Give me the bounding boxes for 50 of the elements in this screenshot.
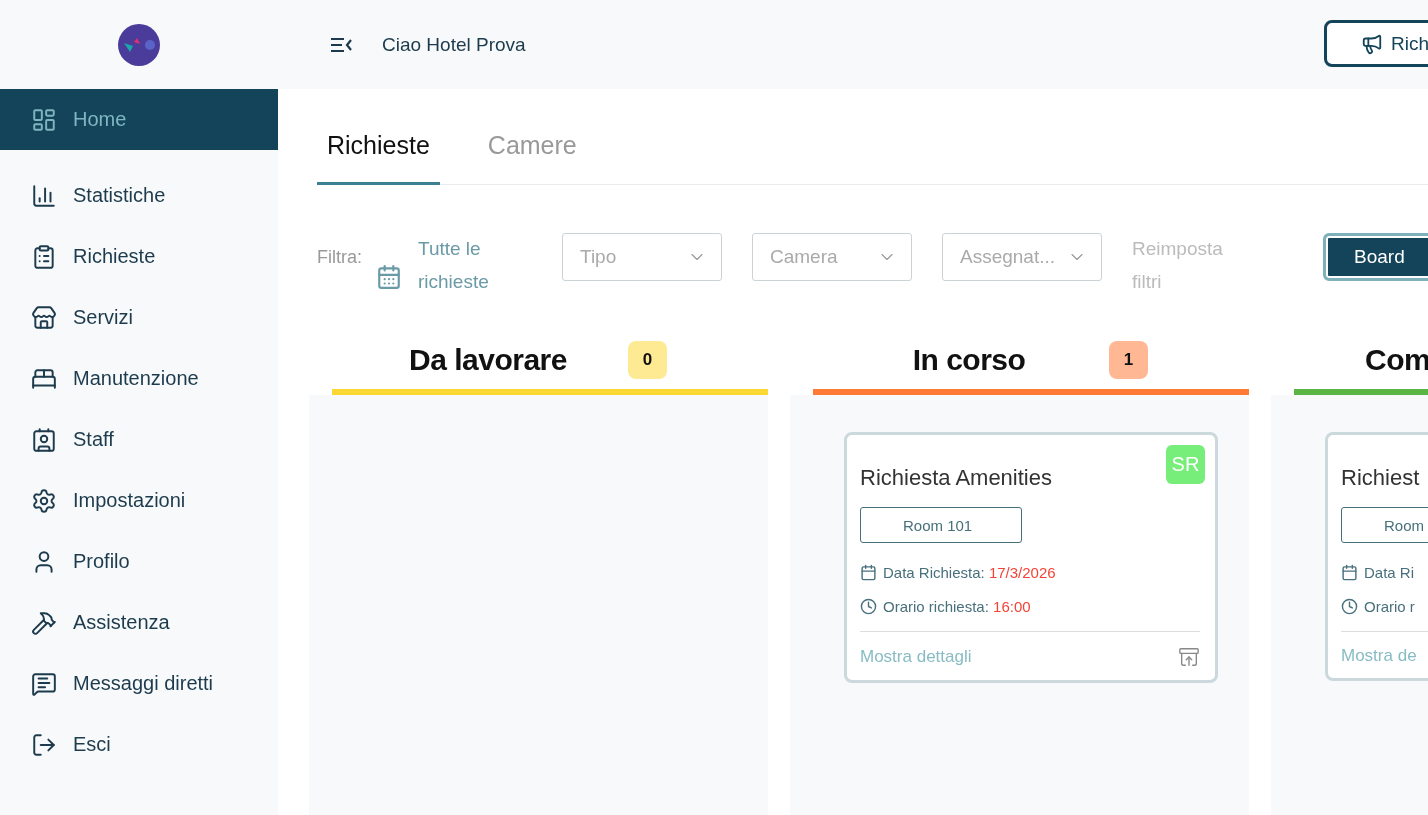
request-time: Orario richiesta: 16:00 <box>883 597 1031 615</box>
request-button[interactable]: Rich <box>1324 20 1428 67</box>
clock-icon <box>1341 597 1358 615</box>
request-date: Data Ri <box>1364 563 1415 581</box>
card-title: Richiest <box>1341 465 1421 491</box>
sidebar-item[interactable]: Assistenza <box>0 592 278 653</box>
room-tag: Room <box>1341 507 1428 543</box>
filter-label: Filtra: <box>317 247 362 268</box>
logout-icon <box>31 731 57 758</box>
menu-icon[interactable] <box>330 36 352 53</box>
sidebar-item[interactable]: Impostazioni <box>0 470 278 531</box>
column-title: Com <box>1365 343 1428 377</box>
sidebar-item[interactable]: Manutenzione <box>0 348 278 409</box>
room-tag: Room 101 <box>860 507 1022 543</box>
sidebar-item[interactable]: Statistiche <box>0 165 278 226</box>
request-time: Orario r <box>1364 597 1415 615</box>
bar-chart-icon <box>31 182 57 209</box>
sidebar-item[interactable]: Servizi <box>0 287 278 348</box>
board-view-button[interactable]: Board <box>1323 233 1428 281</box>
store-icon <box>31 304 57 331</box>
settings-icon <box>31 487 57 514</box>
clipboard-icon <box>31 243 57 270</box>
sidebar-item[interactable]: Messaggi diretti <box>0 653 278 714</box>
sidebar-item[interactable]: Esci <box>0 714 278 775</box>
greeting: Ciao Hotel Prova <box>382 33 526 56</box>
sidebar-item[interactable]: Home <box>0 89 278 150</box>
calendar-icon[interactable] <box>376 264 402 290</box>
request-card[interactable]: Richiest Room Data Ri Orario r Mostra de <box>1325 432 1428 681</box>
column-title: In corso <box>911 343 1027 377</box>
archive-icon[interactable] <box>1178 646 1200 668</box>
count-badge: 1 <box>1109 341 1148 379</box>
dashboard-icon <box>31 106 57 133</box>
logo-icon <box>118 23 160 66</box>
request-date: Data Richiesta: 17/3/2026 <box>883 563 1056 581</box>
hammer-icon <box>31 609 57 636</box>
megaphone-icon <box>1361 32 1383 55</box>
column-title: Da lavorare <box>408 343 568 377</box>
card-title: Richiesta Amenities <box>860 465 1053 491</box>
sidebar-item[interactable]: Staff <box>0 409 278 470</box>
clock-icon <box>860 597 877 615</box>
message-icon <box>31 670 57 697</box>
count-badge: 0 <box>628 341 667 379</box>
sidebar-item[interactable]: Richieste <box>0 226 278 287</box>
request-card[interactable]: SR Richiesta Amenities Room 101 Data Richiesta: 17/3/2026 Orario richiesta: 16:00 Mostra dettagli <box>844 432 1218 683</box>
calendar-icon <box>860 563 877 581</box>
assignee-avatar: SR <box>1166 445 1205 484</box>
sidebar-item[interactable]: Profilo <box>0 531 278 592</box>
id-card-icon <box>31 426 57 453</box>
calendar-icon <box>1341 563 1358 581</box>
tab[interactable]: Richieste <box>317 131 440 185</box>
